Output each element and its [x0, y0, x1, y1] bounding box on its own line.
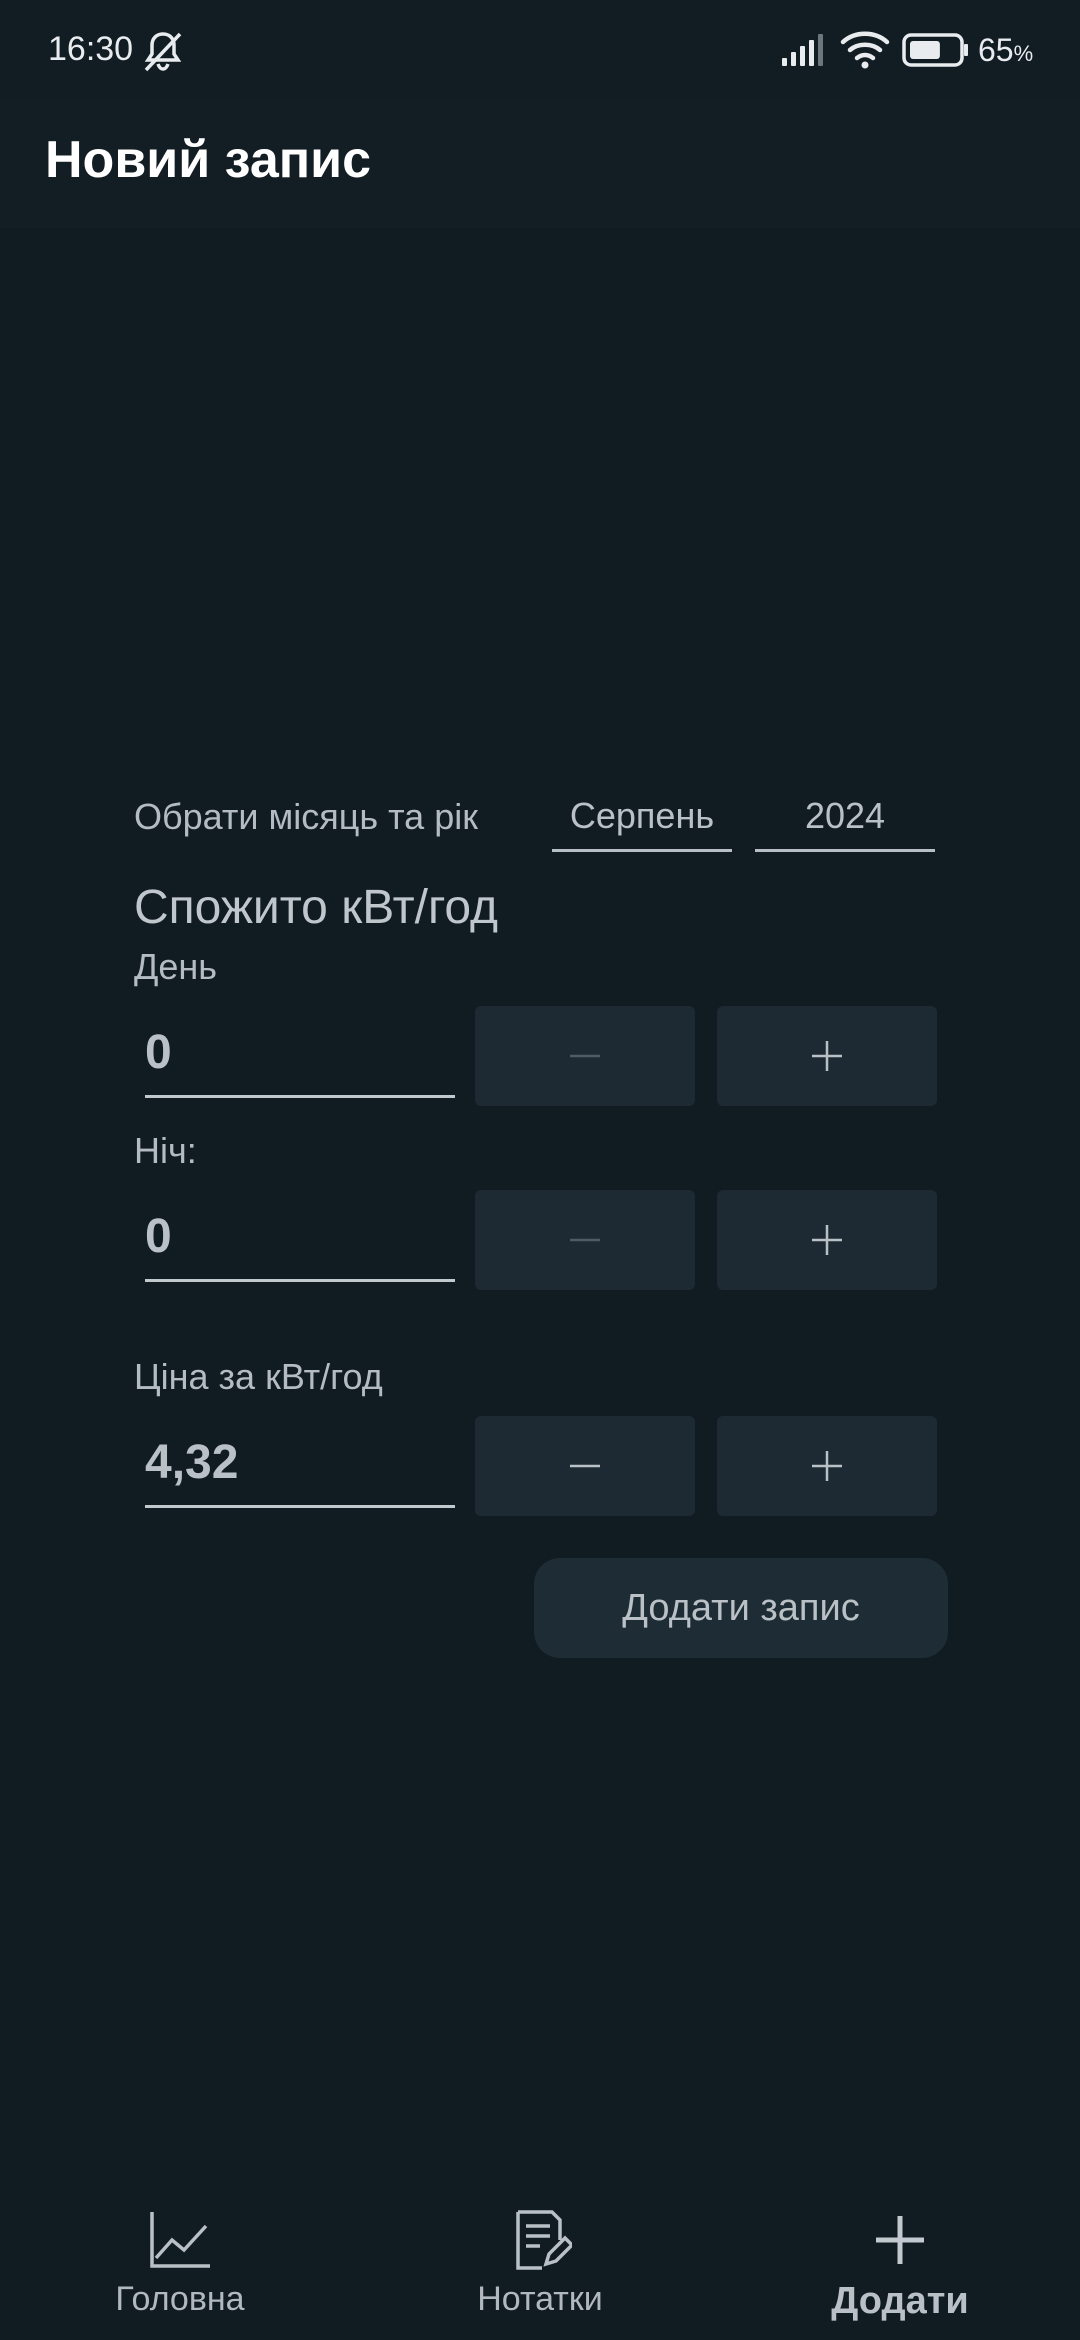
- consumed-heading: Спожито кВт/год: [134, 881, 499, 934]
- day-input[interactable]: 0: [145, 1008, 455, 1098]
- month-select[interactable]: Серпень: [552, 782, 732, 852]
- minus-icon: [570, 1054, 600, 1058]
- nav-label-notes: Нотатки: [477, 2280, 603, 2318]
- night-label: Ніч:: [134, 1130, 197, 1171]
- price-input[interactable]: 4,32: [145, 1418, 455, 1508]
- signal-icon: [782, 34, 823, 66]
- plus-icon: [876, 2216, 924, 2264]
- day-minus-button[interactable]: [475, 1006, 695, 1106]
- app-bar: Новий запис: [0, 100, 1080, 228]
- bell-off-icon: [144, 32, 182, 72]
- nav-item-add[interactable]: Додати: [720, 2180, 1080, 2340]
- night-minus-button[interactable]: [475, 1190, 695, 1290]
- chart-line-icon: [150, 2212, 210, 2268]
- battery-percent: 65%: [978, 32, 1034, 68]
- minus-icon: [570, 1464, 600, 1468]
- nav-label-add: Додати: [831, 2280, 969, 2322]
- status-time: 16:30: [48, 30, 134, 68]
- wifi-icon: [840, 31, 890, 69]
- night-input[interactable]: 0: [145, 1192, 455, 1282]
- bottom-nav: Головна Нотатки Додати: [0, 2180, 1080, 2340]
- month-year-label: Обрати місяць та рік: [134, 796, 478, 837]
- price-label: Ціна за кВт/год: [134, 1356, 383, 1397]
- plus-icon: [812, 1451, 842, 1481]
- year-select[interactable]: 2024: [755, 782, 935, 852]
- price-minus-button[interactable]: [475, 1416, 695, 1516]
- battery-icon: [902, 33, 968, 67]
- price-plus-button[interactable]: [717, 1416, 937, 1516]
- page-title: Новий запис: [45, 131, 372, 189]
- nav-label-home: Головна: [115, 2280, 245, 2318]
- nav-item-home[interactable]: Головна: [0, 2180, 360, 2340]
- notes-edit-icon: [516, 2210, 572, 2270]
- day-label: День: [134, 946, 218, 987]
- minus-icon: [570, 1238, 600, 1242]
- plus-icon: [812, 1041, 842, 1071]
- add-record-button[interactable]: Додати запис: [534, 1558, 948, 1658]
- nav-item-notes[interactable]: Нотатки: [360, 2180, 720, 2340]
- status-bar: 16:30 65%: [0, 0, 1080, 100]
- plus-icon: [812, 1225, 842, 1255]
- day-plus-button[interactable]: [717, 1006, 937, 1106]
- night-plus-button[interactable]: [717, 1190, 937, 1290]
